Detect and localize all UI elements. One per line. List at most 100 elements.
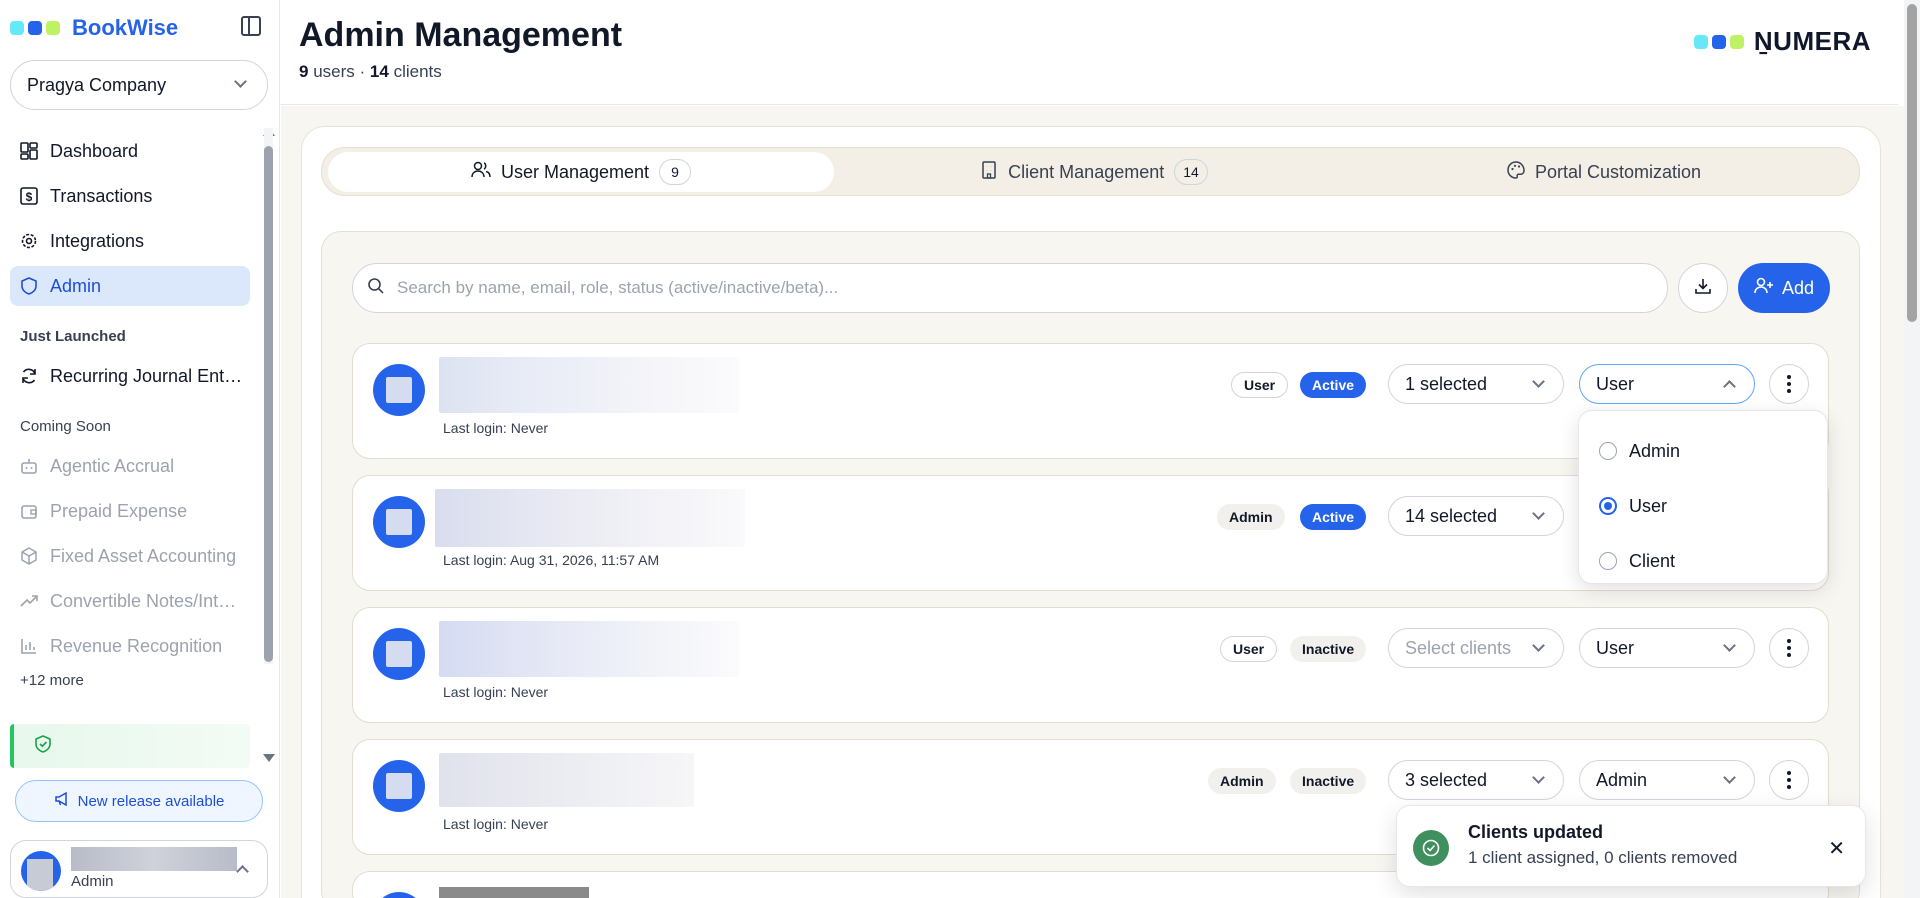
box-icon: [20, 547, 38, 565]
chevron-down-icon: [1723, 639, 1736, 652]
sidebar-item-transactions[interactable]: $ Transactions: [10, 176, 250, 216]
add-user-button[interactable]: Add: [1738, 263, 1830, 313]
role-option-admin[interactable]: Admin: [1599, 431, 1680, 471]
sidebar-item-recurring-journal[interactable]: Recurring Journal Ent…: [10, 356, 250, 396]
user-info-redacted: [439, 887, 589, 898]
tab-label: Client Management: [1008, 161, 1165, 182]
users-icon: [471, 161, 491, 184]
download-icon: [1694, 277, 1712, 300]
palette-icon: [1507, 160, 1525, 184]
last-login: Last login: Never: [443, 816, 549, 832]
role-option-client[interactable]: Client: [1599, 541, 1675, 581]
role-select[interactable]: User: [1579, 364, 1755, 404]
tab-client-management[interactable]: Client Management 14: [840, 152, 1348, 192]
search-bar[interactable]: [352, 263, 1668, 313]
shield-icon: [20, 277, 38, 295]
kebab-dot-icon: [1787, 375, 1791, 379]
sidebar-item-label: Admin: [50, 275, 102, 296]
logo-dot-icon: [46, 21, 60, 35]
clients-select[interactable]: Select clients: [1388, 628, 1564, 668]
toast-notification: Clients updated 1 client assigned, 0 cli…: [1396, 805, 1866, 887]
role-option-label: Client: [1629, 550, 1676, 571]
brand-name: BookWise: [72, 15, 179, 40]
chevron-down-icon: [234, 75, 247, 88]
sidebar-item-dashboard[interactable]: Dashboard: [10, 131, 250, 171]
chevron-down-icon: [1532, 771, 1545, 784]
role-select[interactable]: User: [1579, 628, 1755, 668]
close-icon[interactable]: ✕: [1828, 836, 1845, 861]
download-button[interactable]: [1678, 263, 1728, 313]
sidebar-item-convertible-notes[interactable]: Convertible Notes/Int…: [10, 581, 250, 621]
toast-message: 1 client assigned, 0 clients removed: [1468, 848, 1738, 867]
logo-dot-icon: [28, 21, 42, 35]
sidebar-item-integrations[interactable]: Integrations: [10, 221, 250, 261]
role-select[interactable]: Admin: [1579, 760, 1755, 800]
sidebar-item-admin[interactable]: Admin: [10, 266, 250, 306]
more-options-button[interactable]: [1769, 364, 1809, 404]
page-scrollbar-thumb[interactable]: [1907, 4, 1917, 322]
clients-count: 14: [369, 62, 389, 81]
role-option-label: Admin: [1629, 440, 1681, 461]
sidebar-item-revenue-recognition[interactable]: Revenue Recognition: [10, 626, 250, 666]
tab-user-management[interactable]: User Management 9: [328, 152, 834, 192]
new-release-button[interactable]: New release available: [15, 780, 263, 822]
status-badge: Inactive: [1290, 768, 1367, 794]
logo-dot-icon: [10, 21, 24, 35]
dashboard-icon: [20, 142, 38, 160]
sidebar-scrollbar-thumb[interactable]: [264, 146, 273, 662]
check-circle-icon: [1413, 830, 1449, 866]
chevron-down-icon: [1532, 507, 1545, 520]
search-input[interactable]: [397, 278, 1597, 298]
current-user-menu[interactable]: Admin: [10, 840, 268, 898]
company-selector[interactable]: Pragya Company: [10, 60, 268, 110]
users-count: 9: [299, 62, 309, 81]
logo-dot-icon: [1693, 34, 1708, 49]
clients-select-value: 3 selected: [1405, 769, 1488, 790]
sidebar-item-agentic-accrual[interactable]: Agentic Accrual: [10, 446, 250, 486]
sidebar-item-label: Prepaid Expense: [50, 500, 188, 521]
sidebar-item-label: Dashboard: [50, 140, 139, 161]
company-name: Pragya Company: [27, 74, 167, 95]
chevron-down-icon: [1532, 375, 1545, 388]
clients-label: clients: [393, 62, 442, 81]
scroll-down-icon[interactable]: [263, 754, 275, 762]
status-badge: Inactive: [1290, 636, 1367, 662]
security-status-card[interactable]: [10, 724, 250, 768]
radio-icon: [1599, 552, 1617, 570]
kebab-dot-icon: [1787, 646, 1791, 650]
kebab-dot-icon: [1787, 778, 1791, 782]
sidebar-item-fixed-asset[interactable]: Fixed Asset Accounting: [10, 536, 250, 576]
users-label: users: [313, 62, 355, 81]
clients-select[interactable]: 1 selected: [1388, 364, 1564, 404]
clients-select[interactable]: 14 selected: [1388, 496, 1564, 536]
avatar: [373, 892, 425, 898]
add-label: Add: [1781, 277, 1815, 298]
more-items-link[interactable]: +12 more: [20, 672, 84, 689]
page-header: Admin Management 9 users · 14 clients ṈU…: [281, 0, 1898, 105]
avatar: [373, 760, 425, 812]
logo-dot-icon: [1729, 34, 1744, 49]
role-select-value: User: [1596, 637, 1635, 658]
tab-portal-customization[interactable]: Portal Customization: [1352, 152, 1856, 192]
user-info-redacted: [435, 489, 745, 547]
last-login: Last login: Aug 31, 2026, 11:57 AM: [443, 552, 660, 568]
role-badge: User: [1231, 372, 1289, 398]
building-icon: [980, 160, 998, 184]
role-option-user[interactable]: User: [1599, 486, 1667, 526]
kebab-dot-icon: [1787, 639, 1791, 643]
section-label: Just Launched: [20, 328, 126, 345]
more-options-button[interactable]: [1769, 628, 1809, 668]
sidebar-item-prepaid-expense[interactable]: Prepaid Expense: [10, 491, 250, 531]
brand-logo[interactable]: BookWise: [10, 14, 178, 42]
sidebar-toggle-icon[interactable]: [241, 16, 261, 36]
new-release-label: New release available: [77, 792, 225, 810]
avatar: [373, 496, 425, 548]
user-info-redacted: [439, 357, 739, 413]
user-row[interactable]: Last login: Never User Inactive Select c…: [352, 607, 1829, 723]
last-login: Last login: Never: [443, 420, 549, 436]
role-badge: Admin: [1208, 768, 1276, 794]
page-subtitle: 9 users · 14 clients: [299, 62, 442, 82]
clients-select-value: Select clients: [1405, 637, 1512, 658]
clients-select[interactable]: 3 selected: [1388, 760, 1564, 800]
more-options-button[interactable]: [1769, 760, 1809, 800]
